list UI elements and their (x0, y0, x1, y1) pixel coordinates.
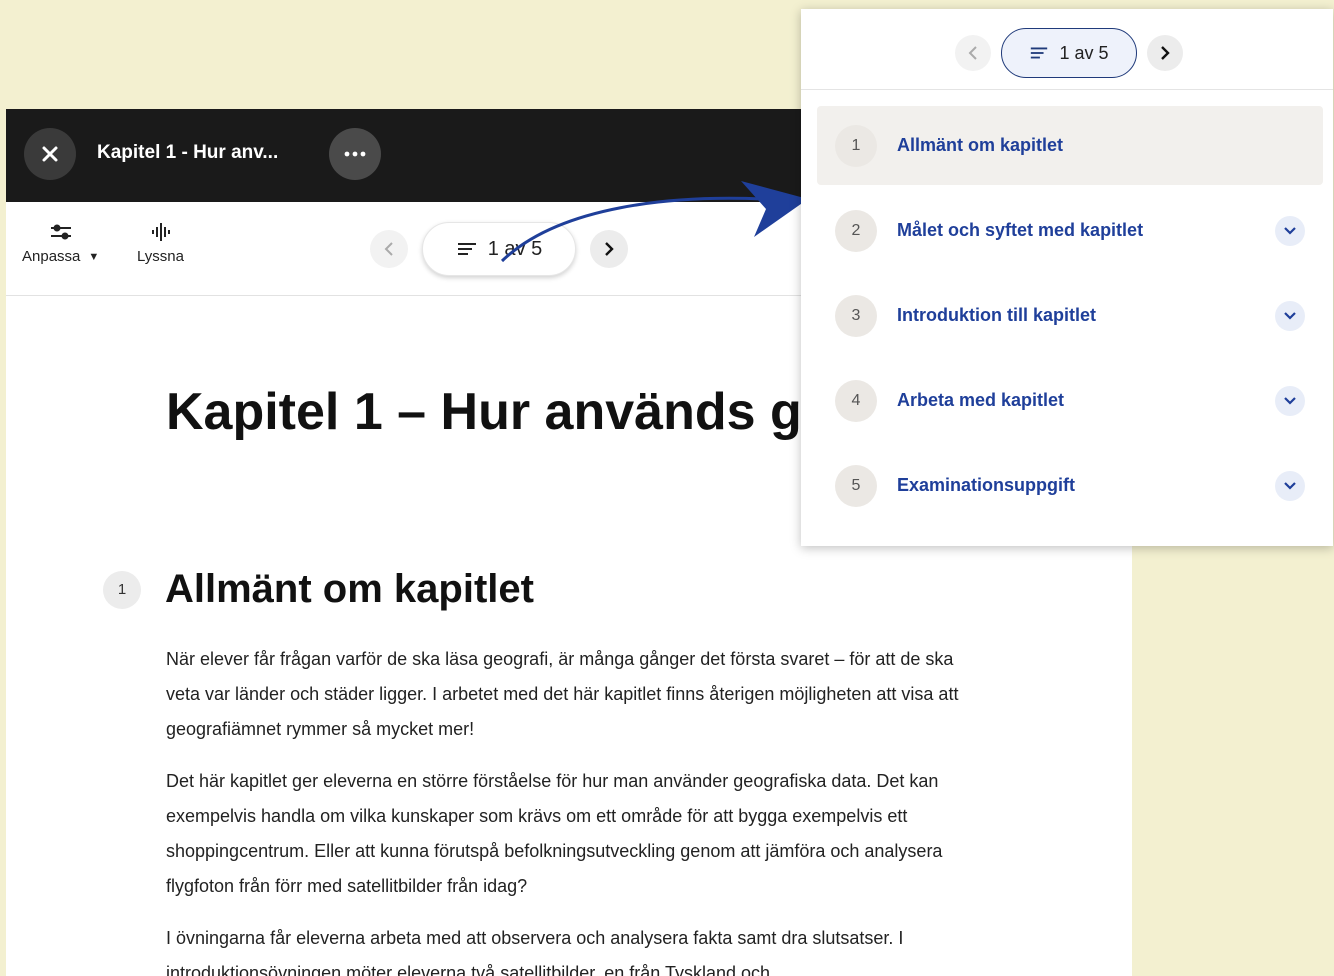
more-options-button[interactable] (329, 128, 381, 180)
audio-wave-icon (152, 223, 171, 241)
list-icon (1031, 47, 1048, 59)
chevron-left-icon (384, 242, 393, 256)
paragraph: När elever får frågan varför de ska läsa… (166, 649, 959, 739)
chevron-down-icon (1284, 226, 1296, 235)
adjust-button[interactable]: Anpassa ▼ (22, 222, 99, 265)
chapter-number: 5 (835, 464, 877, 507)
chevron-down-icon (1284, 481, 1296, 490)
toc-item-3[interactable]: 3 Introduktion till kapitlet (817, 276, 1323, 355)
section-number-badge: 1 (103, 570, 141, 609)
expand-button[interactable] (1275, 470, 1305, 501)
toc-item-4[interactable]: 4 Arbeta med kapitlet (817, 361, 1323, 440)
close-icon (42, 146, 58, 162)
panel-page-navigator: 1 av 5 (955, 28, 1183, 78)
chapter-title: Arbeta med kapitlet (897, 390, 1065, 410)
paragraph: Det här kapitlet ger eleverna en större … (166, 771, 943, 896)
chevron-right-icon (1161, 46, 1170, 60)
previous-page-button[interactable] (370, 230, 408, 268)
more-icon (344, 151, 366, 157)
paragraph: I övningarna får eleverna arbeta med att… (166, 928, 904, 976)
chevron-left-icon (968, 46, 977, 60)
toc-item-5[interactable]: 5 Examinationsuppgift (817, 446, 1323, 525)
sliders-icon (50, 224, 71, 240)
chapter-title: Introduktion till kapitlet (897, 305, 1096, 325)
expand-button[interactable] (1275, 215, 1305, 246)
list-icon (457, 243, 476, 255)
annotation-arrow (500, 181, 808, 263)
adjust-label: Anpassa (22, 248, 81, 265)
table-of-contents-panel: 1 av 5 1 Allmänt om kapitlet 2 Målet och… (801, 9, 1333, 546)
panel-page-indicator: 1 av 5 (1059, 42, 1109, 63)
article-body: När elever får frågan varför de ska läsa… (166, 642, 966, 976)
panel-toc-toggle[interactable]: 1 av 5 (1001, 28, 1137, 78)
chevron-down-icon (1284, 311, 1296, 320)
chapter-title: Allmänt om kapitlet (897, 135, 1064, 155)
chapter-title: Målet och syftet med kapitlet (897, 220, 1144, 240)
section-heading: Allmänt om kapitlet (165, 567, 534, 611)
chapter-number: 1 (835, 124, 877, 167)
expand-button[interactable] (1275, 385, 1305, 416)
toc-item-1[interactable]: 1 Allmänt om kapitlet (817, 106, 1323, 185)
expand-button[interactable] (1275, 300, 1305, 331)
chapter-number: 2 (835, 209, 877, 252)
chapter-title: Examinationsuppgift (897, 475, 1076, 495)
chapter-number: 4 (835, 379, 877, 422)
panel-header: 1 av 5 (801, 9, 1333, 90)
document-title: Kapitel 1 - Hur anv... (97, 142, 279, 163)
section-header: 1 Allmänt om kapitlet (103, 567, 534, 612)
listen-label: Lyssna (137, 248, 184, 265)
chevron-down-icon (1284, 396, 1296, 405)
toc-item-2[interactable]: 2 Målet och syftet med kapitlet (817, 191, 1323, 270)
close-button[interactable] (24, 128, 76, 180)
listen-button[interactable]: Lyssna (137, 222, 184, 265)
caret-down-icon: ▼ (88, 250, 100, 263)
panel-previous-button[interactable] (955, 35, 991, 71)
panel-next-button[interactable] (1147, 35, 1183, 71)
chapter-number: 3 (835, 294, 877, 337)
